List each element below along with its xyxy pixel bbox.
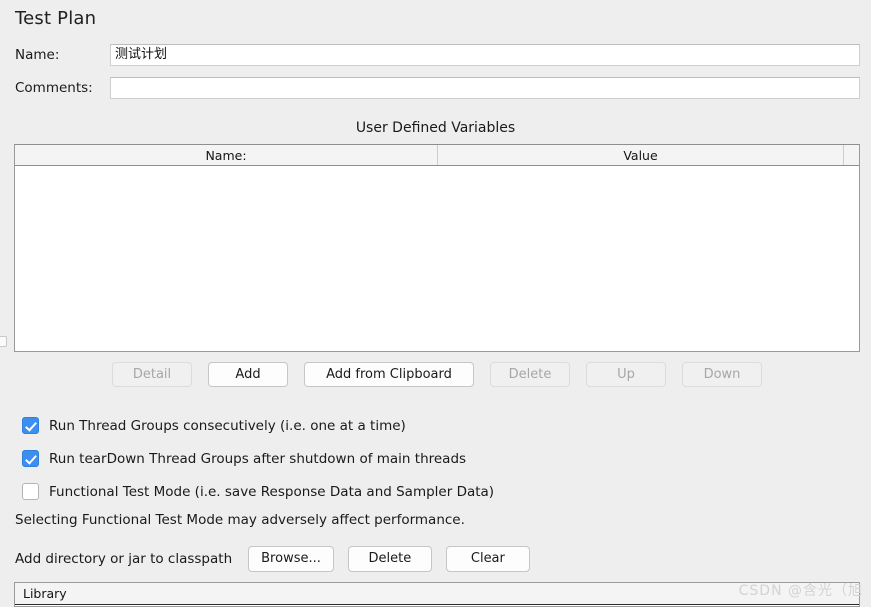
clipped-edge-artifact	[0, 336, 7, 347]
checkbox-label-run-teardown-thread-groups: Run tearDown Thread Groups after shutdow…	[49, 450, 467, 467]
column-header-value[interactable]: Value	[438, 145, 844, 165]
classpath-label: Add directory or jar to classpath	[15, 551, 233, 567]
user-defined-variables-buttons: Detail Add Add from Clipboard Delete Up …	[14, 362, 860, 387]
column-header-name[interactable]: Name:	[15, 145, 438, 165]
checkbox-functional-test-mode[interactable]	[22, 483, 39, 500]
functional-test-mode-warning: Selecting Functional Test Mode may adver…	[15, 512, 465, 528]
column-header-library[interactable]: Library	[15, 583, 859, 605]
classpath-row: Add directory or jar to classpath Browse…	[15, 546, 530, 572]
checkbox-run-teardown-thread-groups[interactable]	[22, 450, 39, 467]
name-field-row: Name: 测试计划	[15, 44, 860, 66]
checkbox-row-run-thread-groups-consecutively[interactable]: Run Thread Groups consecutively (i.e. on…	[22, 417, 406, 434]
name-input[interactable]: 测试计划	[110, 44, 860, 66]
delete-classpath-button[interactable]: Delete	[347, 546, 432, 572]
delete-variable-button[interactable]: Delete	[490, 362, 570, 387]
browse-button[interactable]: Browse...	[248, 546, 334, 572]
checkbox-run-thread-groups-consecutively[interactable]	[22, 417, 39, 434]
page-title: Test Plan	[15, 8, 97, 29]
table-header-row: Name: Value	[15, 145, 859, 166]
move-up-button[interactable]: Up	[586, 362, 666, 387]
checkbox-label-run-thread-groups-consecutively: Run Thread Groups consecutively (i.e. on…	[49, 417, 406, 434]
detail-button[interactable]: Detail	[112, 362, 192, 387]
user-defined-variables-title: User Defined Variables	[355, 120, 516, 136]
clear-classpath-button[interactable]: Clear	[445, 546, 530, 572]
name-label: Name:	[15, 47, 60, 63]
checkbox-label-functional-test-mode: Functional Test Mode (i.e. save Response…	[49, 483, 495, 500]
comments-input[interactable]	[110, 77, 860, 99]
move-down-button[interactable]: Down	[682, 362, 762, 387]
comments-label: Comments:	[15, 80, 93, 96]
library-table: Library	[14, 582, 860, 607]
table-header-spacer	[844, 145, 859, 165]
table-body[interactable]	[15, 166, 859, 351]
user-defined-variables-table: Name: Value	[14, 144, 860, 352]
add-button[interactable]: Add	[208, 362, 288, 387]
add-from-clipboard-button[interactable]: Add from Clipboard	[304, 362, 474, 387]
comments-field-row: Comments:	[15, 77, 860, 99]
checkbox-row-run-teardown-thread-groups[interactable]: Run tearDown Thread Groups after shutdow…	[22, 450, 466, 467]
checkbox-row-functional-test-mode[interactable]: Functional Test Mode (i.e. save Response…	[22, 483, 494, 500]
